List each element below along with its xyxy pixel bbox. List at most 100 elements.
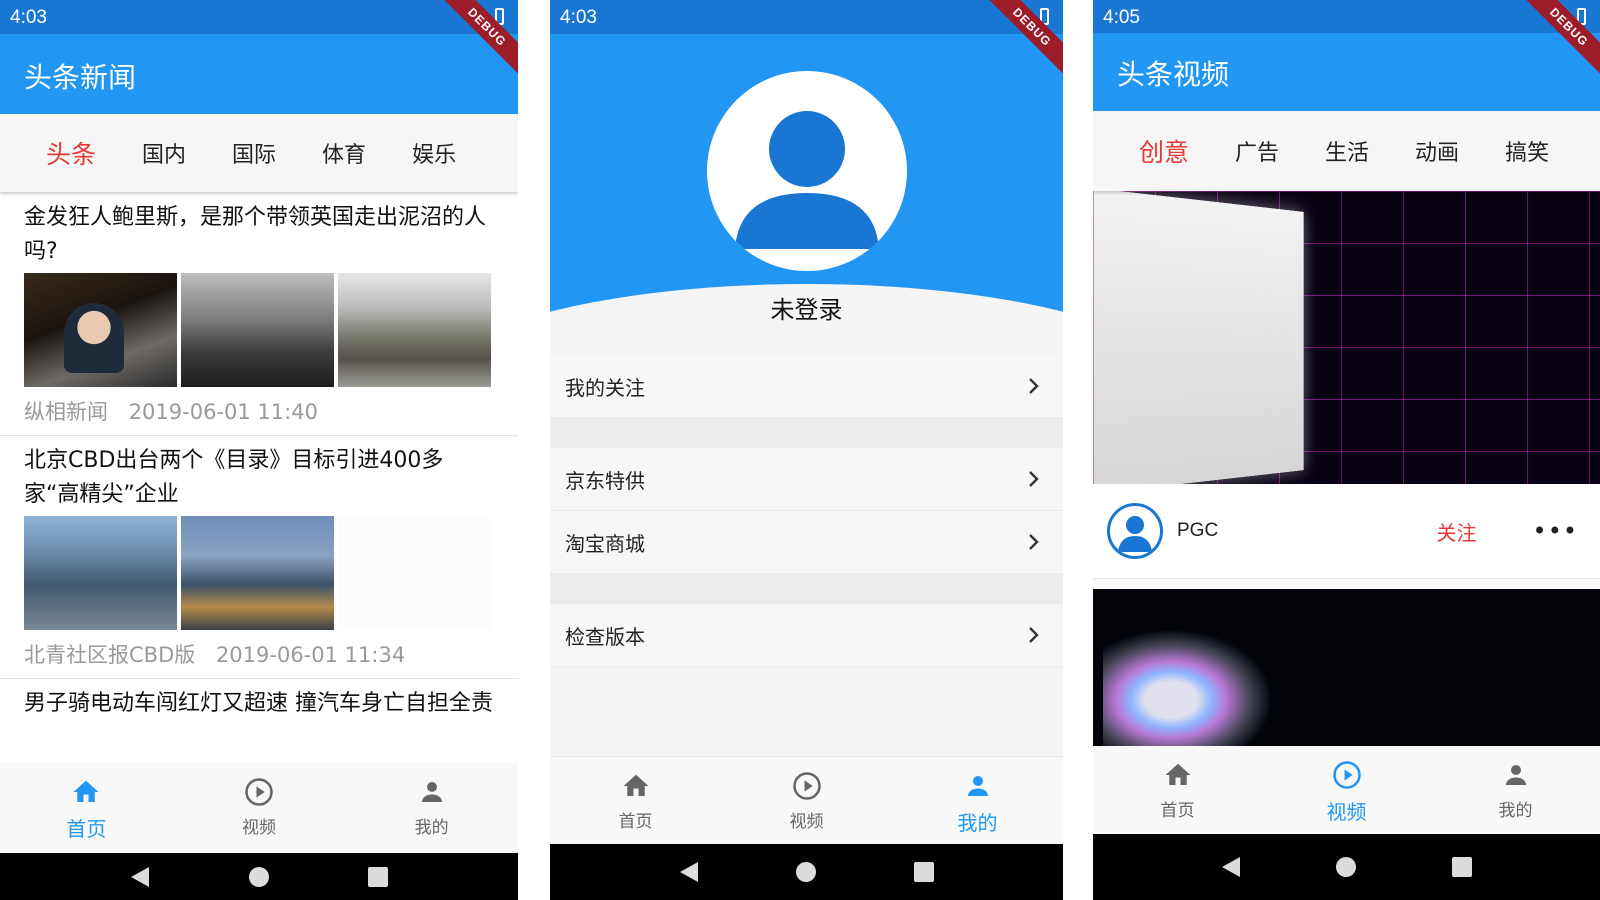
nav-label: 首页 [1160, 801, 1195, 821]
tab-animation[interactable]: 动画 [1415, 135, 1459, 167]
page-title: 头条新闻 [24, 61, 137, 94]
news-thumbnail [181, 516, 334, 630]
home-button-icon[interactable] [248, 866, 270, 888]
menu-item-jd[interactable]: 京东特供 [550, 448, 1063, 511]
home-icon [1165, 763, 1190, 785]
system-nav-bar [0, 853, 518, 900]
news-item[interactable]: 男子骑电动车闯红灯又超速 撞汽车身亡自担全责 [0, 679, 518, 721]
nav-mine[interactable]: 我的 [1431, 760, 1600, 834]
video-author-row: PGC 关注 ••• [1093, 484, 1600, 579]
category-tabs: 头条 国内 国际 体育 娱乐 [0, 114, 518, 192]
news-meta: 纵相新闻 2019-06-01 11:40 [24, 387, 494, 435]
news-thumbnail [338, 273, 491, 387]
status-time: 4:03 [10, 7, 47, 28]
news-item[interactable]: 金发狂人鲍里斯，是那个带领英国走出泥沼的人吗? 纵相新闻 2019-06-01 … [0, 193, 518, 436]
phone-profile: 4:03 DEBUG 未登录 我的关注 京东特供 淘宝商城 检查版本 首页 视频… [550, 0, 1063, 900]
bottom-nav: 首页 视频 我的 [550, 756, 1063, 844]
menu-divider [550, 574, 1063, 604]
menu-item-taobao[interactable]: 淘宝商城 [550, 511, 1063, 574]
video-frame [1093, 191, 1304, 484]
nav-label: 首页 [66, 817, 107, 841]
video-player[interactable] [1093, 191, 1600, 484]
chevron-right-icon [1029, 627, 1039, 643]
tab-international[interactable]: 国际 [232, 137, 276, 169]
tab-life[interactable]: 生活 [1325, 135, 1369, 167]
news-thumbnail [181, 273, 334, 387]
nav-label: 我的 [1498, 801, 1533, 821]
home-icon [623, 774, 648, 796]
system-nav-bar [550, 844, 1063, 900]
system-nav-bar [1093, 834, 1600, 900]
nav-label: 视频 [242, 818, 276, 838]
avatar[interactable] [707, 71, 907, 271]
recents-icon[interactable] [367, 866, 389, 888]
app-bar: 头条视频 [1093, 33, 1600, 111]
news-meta: 北青社区报CBD版 2019-06-01 11:34 [24, 630, 494, 678]
nav-home[interactable]: 首页 [550, 771, 721, 844]
nav-video[interactable]: 视频 [721, 771, 892, 844]
phone-news: 4:03 DEBUG 头条新闻 头条 国内 国际 体育 娱乐 金发狂人鲍里斯，是… [0, 0, 518, 900]
chevron-right-icon [1029, 378, 1039, 394]
tab-headline[interactable]: 头条 [46, 135, 96, 171]
avatar[interactable] [1107, 503, 1163, 559]
back-icon[interactable] [129, 865, 151, 889]
home-button-icon[interactable] [795, 861, 817, 883]
follow-button[interactable]: 关注 [1437, 517, 1477, 546]
nav-label: 视频 [1326, 800, 1367, 824]
nav-home[interactable]: 首页 [0, 777, 173, 853]
tab-domestic[interactable]: 国内 [142, 137, 186, 169]
play-circle-icon [1332, 761, 1361, 789]
play-circle-icon [245, 778, 273, 806]
news-list: 金发狂人鲍里斯，是那个带领英国走出泥沼的人吗? 纵相新闻 2019-06-01 … [0, 193, 518, 763]
tab-creative[interactable]: 创意 [1139, 133, 1189, 169]
login-status[interactable]: 未登录 [550, 290, 1063, 325]
news-images [24, 516, 494, 630]
home-button-icon[interactable] [1335, 856, 1357, 878]
play-circle-icon [792, 772, 821, 800]
nav-video[interactable]: 视频 [1262, 760, 1431, 834]
nav-label: 我的 [957, 811, 998, 835]
nav-label: 首页 [618, 812, 653, 832]
video-frame [1103, 629, 1273, 747]
news-thumbnail [24, 273, 177, 387]
more-icon[interactable]: ••• [1533, 517, 1578, 545]
news-source: 纵相新闻 [24, 400, 108, 424]
app-bar: 头条新闻 [0, 34, 518, 114]
news-images [24, 273, 494, 387]
tab-entertainment[interactable]: 娱乐 [412, 137, 456, 169]
tab-funny[interactable]: 搞笑 [1505, 135, 1549, 167]
menu-label: 京东特供 [565, 468, 645, 493]
video-player[interactable] [1093, 589, 1600, 747]
nav-mine[interactable]: 我的 [345, 777, 518, 853]
person-icon [421, 782, 442, 802]
news-thumbnail [24, 516, 177, 630]
person-icon [1505, 765, 1526, 785]
news-source: 北青社区报CBD版 [24, 643, 196, 667]
news-thumbnail [338, 516, 491, 630]
recents-icon[interactable] [1451, 856, 1473, 878]
back-icon[interactable] [1220, 855, 1242, 879]
nav-video[interactable]: 视频 [173, 777, 346, 853]
tab-sports[interactable]: 体育 [322, 137, 366, 169]
menu-item-my-follows[interactable]: 我的关注 [550, 355, 1063, 418]
menu-divider [550, 418, 1063, 448]
category-tabs: 创意 广告 生活 动画 搞笑 [1093, 111, 1600, 191]
profile-menu: 我的关注 京东特供 淘宝商城 检查版本 [550, 355, 1063, 667]
news-title: 金发狂人鲍里斯，是那个带领英国走出泥沼的人吗? [24, 205, 487, 264]
news-title: 男子骑电动车闯红灯又超速 撞汽车身亡自担全责 [24, 691, 493, 716]
nav-home[interactable]: 首页 [1093, 760, 1262, 834]
menu-label: 我的关注 [565, 375, 645, 400]
tab-ads[interactable]: 广告 [1235, 135, 1279, 167]
nav-mine[interactable]: 我的 [892, 771, 1063, 844]
home-icon [73, 780, 99, 802]
news-title: 北京CBD出台两个《目录》目标引进400多家“高精尖”企业 [24, 448, 444, 507]
news-item[interactable]: 北京CBD出台两个《目录》目标引进400多家“高精尖”企业 北青社区报CBD版 … [0, 436, 518, 679]
menu-item-check-version[interactable]: 检查版本 [550, 604, 1063, 667]
recents-icon[interactable] [913, 861, 935, 883]
back-icon[interactable] [678, 860, 700, 884]
author-name[interactable]: PGC [1177, 520, 1218, 542]
nav-label: 视频 [789, 812, 824, 832]
page-title: 头条视频 [1117, 58, 1230, 91]
person-icon [967, 776, 988, 796]
bottom-nav: 首页 视频 我的 [1093, 746, 1600, 834]
